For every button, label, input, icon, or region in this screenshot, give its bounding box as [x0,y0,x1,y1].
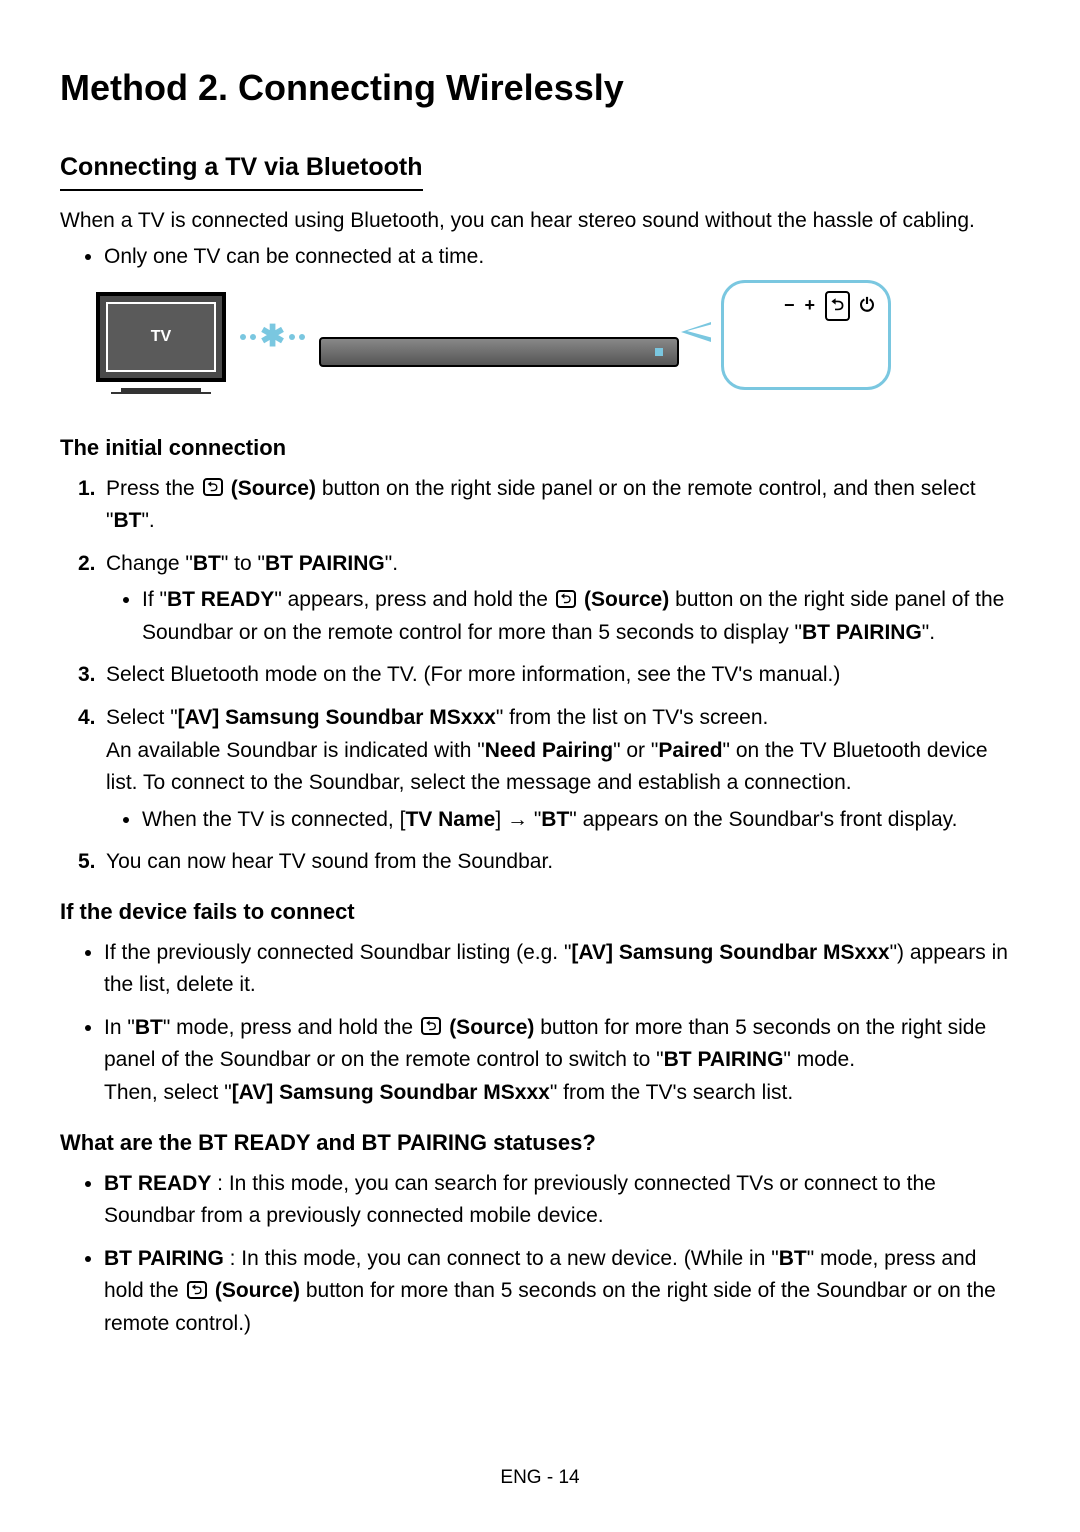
source-button-icon: ⮌ [825,291,850,322]
fails-bullet-2: In "BT" mode, press and hold the ⮌ (Sour… [104,1012,1020,1110]
volume-down-icon: − [784,292,795,320]
section-heading-bluetooth: Connecting a TV via Bluetooth [60,148,423,191]
volume-up-icon: + [805,292,816,320]
bluetooth-signal-icon: ✱ [240,314,305,361]
step-5: 5. You can now hear TV sound from the So… [78,846,1020,879]
status-bullet-ready: BT READY : In this mode, you can search … [104,1168,1020,1233]
step-2: 2. Change "BT" to "BT PAIRING". If "BT R… [78,548,1020,650]
fails-bullet-1: If the previously connected Soundbar lis… [104,937,1020,1002]
soundbar-illustration [319,337,679,367]
step-2-sub: If "BT READY" appears, press and hold th… [142,584,1020,649]
step-1: 1. Press the ⮌ (Source) button on the ri… [78,473,1020,538]
source-icon: ⮌ [421,1017,441,1035]
tv-illustration: TV [96,292,226,382]
side-panel-illustration: − + ⮌ ⏻ [721,280,891,390]
status-bullet-pairing: BT PAIRING : In this mode, you can conne… [104,1243,1020,1341]
subheading-initial: The initial connection [60,431,1020,465]
step-3: 3. Select Bluetooth mode on the TV. (For… [78,659,1020,692]
step-4-sub: When the TV is connected, [TV Name] → "B… [142,804,1020,837]
power-icon: ⏻ [860,292,874,320]
source-icon: ⮌ [203,478,223,496]
source-icon: ⮌ [187,1281,207,1299]
source-icon: ⮌ [556,590,576,608]
step-4: 4. Select "[AV] Samsung Soundbar MSxxx" … [78,702,1020,836]
intro-bullet: Only one TV can be connected at a time. [104,241,1020,274]
subheading-fails: If the device fails to connect [60,895,1020,929]
page-title: Method 2. Connecting Wirelessly [60,60,1020,116]
tv-label: TV [151,325,171,350]
connection-diagram: TV ✱ − + ⮌ ⏻ [96,280,1020,395]
page-footer: ENG - 14 [0,1463,1080,1492]
intro-text: When a TV is connected using Bluetooth, … [60,205,1020,238]
subheading-statuses: What are the BT READY and BT PAIRING sta… [60,1126,1020,1160]
